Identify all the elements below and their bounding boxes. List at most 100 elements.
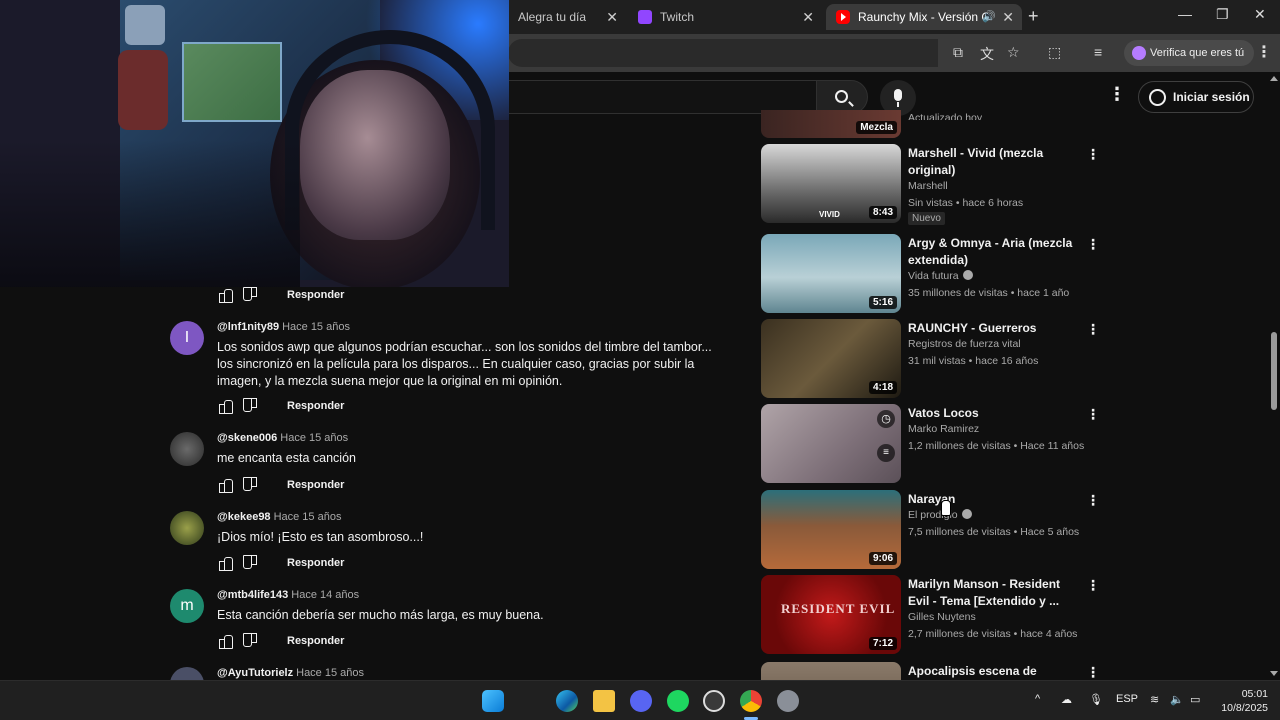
- comment-author[interactable]: @skene006: [217, 432, 277, 444]
- watch-later-icon[interactable]: ◷: [877, 410, 895, 428]
- media-controls-icon[interactable]: ≡: [1094, 44, 1102, 60]
- maximize-button[interactable]: ❐: [1216, 6, 1229, 23]
- volume-icon[interactable]: 🔈: [1170, 693, 1184, 706]
- rec-title[interactable]: Marshell - Vivid (mezcla original): [908, 145, 1080, 179]
- reply-button[interactable]: Responder: [287, 635, 344, 647]
- dislike-icon[interactable]: [243, 287, 259, 303]
- scroll-up-icon[interactable]: [1270, 76, 1278, 81]
- reply-button[interactable]: Responder: [287, 400, 344, 412]
- reply-button[interactable]: Responder: [287, 557, 344, 569]
- obs-icon[interactable]: [703, 690, 725, 712]
- install-app-icon[interactable]: ⧉: [953, 44, 963, 61]
- rec-thumbnail[interactable]: 9:06: [761, 490, 901, 569]
- tab-twitch[interactable]: Twitch ✕: [628, 4, 822, 30]
- avatar[interactable]: I: [170, 321, 204, 355]
- extensions-icon[interactable]: ⬚: [1048, 44, 1061, 61]
- like-icon[interactable]: [217, 555, 233, 571]
- comment-author[interactable]: @mtb4life143: [217, 589, 288, 601]
- avatar[interactable]: [170, 432, 204, 466]
- reply-button[interactable]: Responder: [287, 289, 344, 301]
- like-icon[interactable]: [217, 287, 233, 303]
- rec-channel[interactable]: Marshell: [908, 180, 1098, 192]
- sign-in-button[interactable]: Iniciar sesión: [1138, 81, 1254, 113]
- file-explorer-icon[interactable]: [593, 690, 615, 712]
- dislike-icon[interactable]: [243, 398, 259, 414]
- rec-title[interactable]: Vatos Locos: [908, 405, 1080, 422]
- rec-channel[interactable]: Marko Ramirez: [908, 423, 1098, 435]
- settings-gear-icon[interactable]: [777, 690, 799, 712]
- rec-title[interactable]: Argy & Omnya - Aria (mezcla extendida): [908, 235, 1080, 269]
- tab-twitch-close-icon[interactable]: ✕: [802, 9, 814, 26]
- avatar[interactable]: [170, 511, 204, 545]
- comment-author[interactable]: @kekee98: [217, 511, 271, 523]
- rec-channel[interactable]: Gilles Nuytens: [908, 611, 1098, 623]
- rec-menu-icon[interactable]: ⋮: [1086, 236, 1100, 253]
- rec-thumbnail[interactable]: ◷ ≡: [761, 404, 901, 483]
- rec-item[interactable]: 9:06 Narayan El prodigio 7,5 millones de…: [761, 490, 1106, 570]
- add-to-queue-icon[interactable]: ≡: [877, 444, 895, 462]
- tab-alegra-close-icon[interactable]: ✕: [606, 9, 618, 26]
- reply-button[interactable]: Responder: [287, 479, 344, 491]
- scroll-down-icon[interactable]: [1270, 671, 1278, 676]
- dislike-icon[interactable]: [243, 477, 259, 493]
- rec-item[interactable]: Apocalipsis escena de escape ⋮: [761, 662, 1106, 680]
- rec-channel[interactable]: El prodigio: [908, 509, 1098, 521]
- browser-menu-icon[interactable]: ⋮: [1256, 42, 1272, 62]
- address-bar[interactable]: [508, 39, 938, 67]
- rec-menu-icon[interactable]: ⋮: [1086, 146, 1100, 163]
- search-input[interactable]: [500, 80, 816, 114]
- translate-icon[interactable]: 文: [980, 44, 994, 64]
- rec-menu-icon[interactable]: ⋮: [1086, 664, 1100, 680]
- rec-item[interactable]: 4:18 RAUNCHY - Guerreros Registros de fu…: [761, 319, 1106, 399]
- like-icon[interactable]: [217, 477, 233, 493]
- comment-time[interactable]: Hace 15 años: [282, 321, 350, 333]
- comment-time[interactable]: Hace 14 años: [291, 589, 359, 601]
- rec-item[interactable]: VIVID 8:43 Marshell - Vivid (mezcla orig…: [761, 144, 1106, 225]
- scroll-thumb[interactable]: [1271, 332, 1277, 410]
- rec-thumbnail[interactable]: VIVID 8:43: [761, 144, 901, 223]
- rec-channel[interactable]: Vida futura: [908, 270, 1098, 282]
- search-button[interactable]: [816, 80, 868, 114]
- comment-author[interactable]: @AyuTutorielz: [217, 667, 293, 679]
- rec-item[interactable]: ◷ ≡ Vatos Locos Marko Ramirez 1,2 millon…: [761, 404, 1106, 484]
- rec-menu-icon[interactable]: ⋮: [1086, 321, 1100, 338]
- language-indicator[interactable]: ESP: [1116, 693, 1138, 705]
- minimize-button[interactable]: —: [1178, 6, 1192, 22]
- edge-icon[interactable]: [556, 690, 578, 712]
- dislike-icon[interactable]: [243, 555, 259, 571]
- rec-menu-icon[interactable]: ⋮: [1086, 406, 1100, 423]
- comment-author[interactable]: @lnf1nity89: [217, 321, 279, 333]
- wifi-icon[interactable]: ≋: [1150, 693, 1159, 706]
- verify-profile-button[interactable]: Verifica que eres tú: [1124, 40, 1255, 66]
- rec-thumbnail[interactable]: RESIDENT EVIL 7:12: [761, 575, 901, 654]
- avatar[interactable]: m: [170, 589, 204, 623]
- settings-menu-icon[interactable]: ⋮: [1108, 84, 1126, 105]
- rec-item[interactable]: 5:16 Argy & Omnya - Aria (mezcla extendi…: [761, 234, 1106, 314]
- microphone-icon[interactable]: 🎙: [1089, 693, 1103, 706]
- new-tab-button[interactable]: +: [1028, 6, 1039, 27]
- tab-audio-icon[interactable]: 🔊: [982, 10, 996, 23]
- rec-channel[interactable]: Registros de fuerza vital: [908, 338, 1098, 350]
- tray-chevron-icon[interactable]: ^: [1035, 693, 1040, 705]
- like-icon[interactable]: [217, 398, 233, 414]
- rec-title[interactable]: Apocalipsis escena de escape: [908, 663, 1080, 680]
- rec-title[interactable]: Narayan: [908, 491, 1080, 508]
- spotify-icon[interactable]: [667, 690, 689, 712]
- bookmark-star-icon[interactable]: ☆: [1007, 44, 1020, 61]
- rec-menu-icon[interactable]: ⋮: [1086, 492, 1100, 509]
- rec-item[interactable]: RESIDENT EVIL 7:12 Marilyn Manson - Resi…: [761, 575, 1106, 655]
- rec-thumbnail[interactable]: [761, 662, 901, 680]
- tab-alegra[interactable]: Alegra tu día ✕: [508, 4, 626, 30]
- avatar[interactable]: [170, 667, 204, 680]
- battery-icon[interactable]: ▭: [1190, 693, 1200, 706]
- dislike-icon[interactable]: [243, 633, 259, 649]
- windows-start-icon[interactable]: [482, 690, 504, 712]
- cloud-icon[interactable]: ☁: [1061, 693, 1072, 706]
- rec-title[interactable]: Marilyn Manson - Resident Evil - Tema [E…: [908, 576, 1080, 610]
- comment-time[interactable]: Hace 15 años: [296, 667, 364, 679]
- chrome-icon[interactable]: [740, 690, 762, 712]
- rec-thumbnail[interactable]: 4:18: [761, 319, 901, 398]
- like-icon[interactable]: [217, 633, 233, 649]
- discord-icon[interactable]: [630, 690, 652, 712]
- close-window-button[interactable]: ✕: [1254, 6, 1266, 23]
